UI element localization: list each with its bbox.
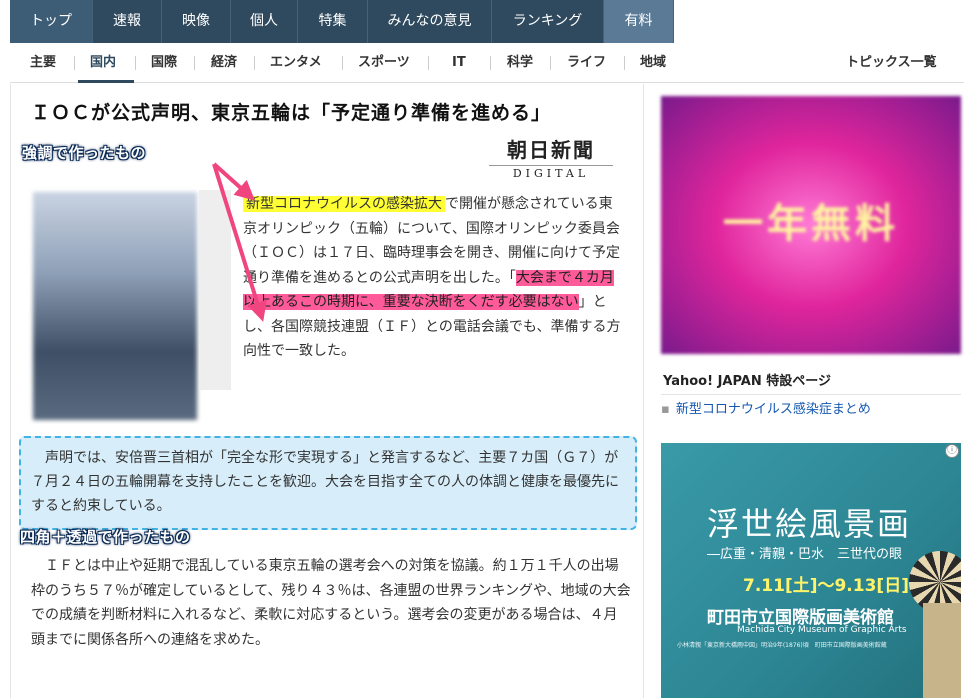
category-separator xyxy=(342,56,343,70)
ad-credit-note: 小林清親「東京新大橋雨中図」明治9年(1876)頃 町田市立国際版画美術館蔵 xyxy=(677,642,887,649)
logo-name: 朝日新聞 xyxy=(507,138,595,162)
category-separator xyxy=(428,56,429,70)
annotation-box: 四角＋透過で作ったもの xyxy=(20,528,191,546)
museum-ad[interactable]: ⓘ 浮世絵風景画 ―広重・清親・巴水 三世代の眼 7.11[土]～9.13[日]… xyxy=(661,443,961,698)
category-tab-sports[interactable]: スポーツ xyxy=(358,43,410,83)
asahi-digital-logo[interactable]: 朝日新聞 DIGITAL xyxy=(489,134,613,180)
article-paragraph-3: ＩＦとは中止や延期で混乱している東京五輪の選考会への対策を協議。約１万１千人の出… xyxy=(31,558,631,648)
figure-illustration xyxy=(923,603,961,698)
article-photo[interactable] xyxy=(33,192,197,420)
category-separator xyxy=(194,56,195,70)
divider xyxy=(661,394,961,395)
topnav-item-feature[interactable]: 特集 xyxy=(298,0,368,43)
ad-museum-name-en: Machida City Museum of Graphic Arts xyxy=(737,625,907,635)
article-container: ＩＯＣが公式声明、東京五輪は「予定通り準備を進める」 朝日新聞 DIGITAL … xyxy=(10,84,644,698)
bullet-icon: ▪ xyxy=(661,402,670,417)
topnav-item-ranking[interactable]: ランキング xyxy=(492,0,604,43)
photo-shadow xyxy=(199,190,231,390)
annotation-emphasis: 強調で作ったもの xyxy=(22,144,147,162)
category-tab-main[interactable]: 主要 xyxy=(30,43,56,83)
article-paragraph-1: 新型コロナウイルスの感染拡大 で開催が懸念されている東京オリンピック（五輪）につい… xyxy=(243,192,621,364)
topics-list-link[interactable]: トピックス一覧 xyxy=(846,43,937,83)
ad-dates: 7.11[土]～9.13[日] xyxy=(743,576,909,596)
category-active-indicator xyxy=(78,80,134,83)
special-pages-title: Yahoo! JAPAN 特設ページ xyxy=(663,374,832,389)
special-link-label: 新型コロナウイルス感染症まとめ xyxy=(675,402,871,417)
topnav-item-video[interactable]: 映像 xyxy=(162,0,231,43)
category-tab-economy[interactable]: 経済 xyxy=(211,43,237,83)
topnav-item-paid[interactable]: 有料 xyxy=(604,0,674,43)
sidebar-ad-banner[interactable]: 一年無料 xyxy=(661,96,961,354)
ad-subtitle: ―広重・清親・巴水 三世代の眼 xyxy=(707,547,903,562)
category-separator xyxy=(490,56,491,70)
highlight-yellow-text: 新型コロナウイルスの感染拡大 xyxy=(243,196,445,212)
category-separator xyxy=(624,56,625,70)
category-separator xyxy=(135,56,136,70)
category-tab-science[interactable]: 科学 xyxy=(507,43,533,83)
topnav-item-top[interactable]: トップ xyxy=(10,0,93,43)
logo-sub: DIGITAL xyxy=(489,165,613,180)
category-nav: 主要 国内 国際 経済 エンタメ スポーツ IT 科学 ライフ 地域 トピックス… xyxy=(10,43,964,83)
top-nav: トップ 速報 映像 個人 特集 みんなの意見 ランキング 有料 xyxy=(10,0,974,43)
highlighted-box-paragraph: 声明では、安倍晋三首相が「完全な形で実現する」と発言するなど、主要７カ国（Ｇ７）… xyxy=(19,436,637,530)
ad-title: 浮世絵風景画 xyxy=(707,505,912,543)
topnav-spacer xyxy=(674,0,974,43)
article-headline: ＩＯＣが公式声明、東京五輪は「予定通り準備を進める」 xyxy=(31,102,552,124)
special-link-covid[interactable]: ▪ 新型コロナウイルス感染症まとめ xyxy=(661,398,871,417)
category-tab-life[interactable]: ライフ xyxy=(567,43,606,83)
category-tab-it[interactable]: IT xyxy=(452,43,466,83)
topnav-item-individual[interactable]: 個人 xyxy=(231,0,298,43)
category-tab-region[interactable]: 地域 xyxy=(640,43,666,83)
topnav-item-opinions[interactable]: みんなの意見 xyxy=(368,0,492,43)
ad-info-icon[interactable]: ⓘ xyxy=(945,444,959,458)
category-tab-domestic[interactable]: 国内 xyxy=(90,43,116,83)
category-separator xyxy=(254,56,255,70)
category-tab-entertainment[interactable]: エンタメ xyxy=(270,43,322,83)
category-separator xyxy=(74,56,75,70)
ad-text: 一年無料 xyxy=(723,201,899,247)
category-tab-international[interactable]: 国際 xyxy=(151,43,177,83)
topnav-item-breaking[interactable]: 速報 xyxy=(93,0,162,43)
category-separator xyxy=(550,56,551,70)
